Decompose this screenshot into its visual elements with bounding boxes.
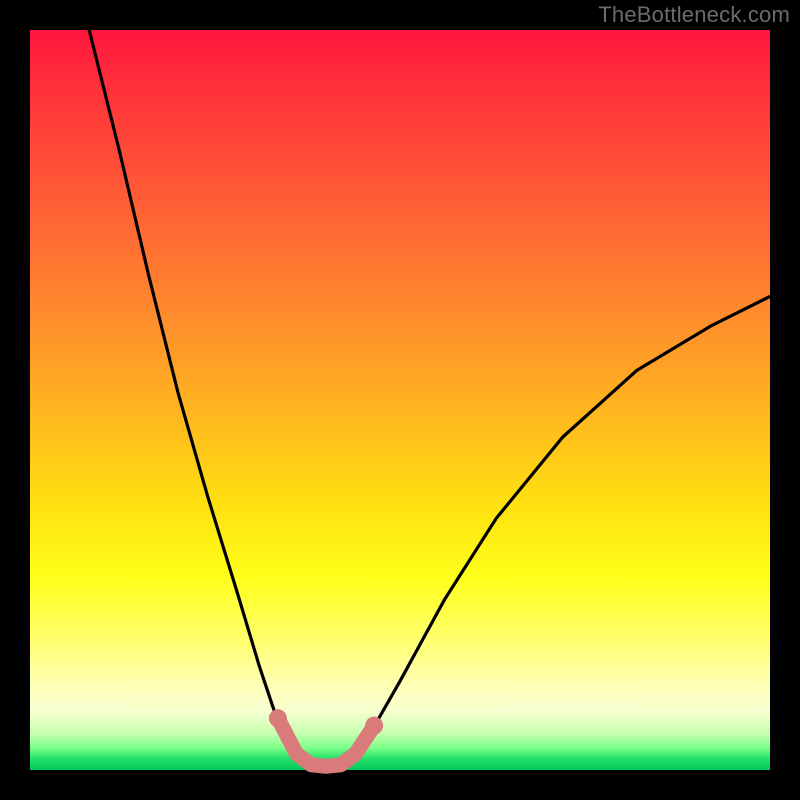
curve-highlight-segment <box>278 718 374 766</box>
highlight-end-dot-left <box>269 709 287 727</box>
chart-plot-area <box>30 30 770 770</box>
bottleneck-curve <box>30 30 770 770</box>
highlight-end-dot-right <box>365 717 383 735</box>
curve-right-branch <box>319 296 770 766</box>
chart-frame: TheBottleneck.com <box>0 0 800 800</box>
watermark-text: TheBottleneck.com <box>598 2 790 28</box>
curve-left-branch <box>89 30 318 766</box>
